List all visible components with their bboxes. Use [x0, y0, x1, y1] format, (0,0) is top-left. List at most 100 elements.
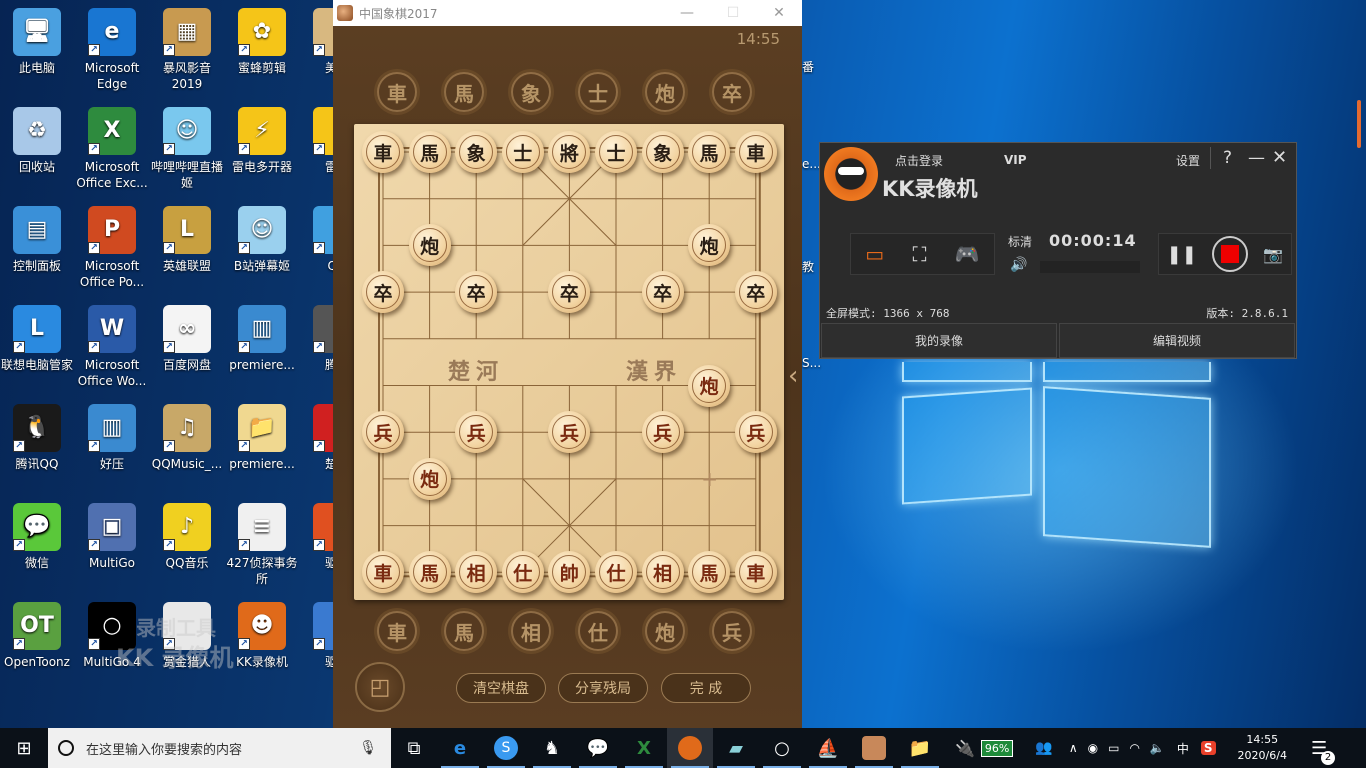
chess-piece-red[interactable]: 車: [362, 551, 404, 594]
chess-piece-black[interactable]: 士: [501, 131, 544, 173]
tray-piece[interactable]: 車: [377, 72, 417, 112]
tray-piece[interactable]: 炮: [645, 72, 685, 112]
chess-piece-black[interactable]: 車: [734, 131, 777, 173]
minimize-button[interactable]: —: [1248, 148, 1265, 168]
pause-icon[interactable]: ❚❚: [1167, 244, 1197, 265]
chess-piece-red[interactable]: 兵: [734, 411, 777, 454]
tray-piece[interactable]: 炮: [645, 611, 685, 651]
chess-piece-black[interactable]: 象: [455, 131, 498, 173]
clear-board-button[interactable]: 清空棋盘: [456, 673, 546, 703]
login-link[interactable]: 点击登录: [895, 152, 943, 169]
tray-piece[interactable]: 車: [377, 611, 417, 651]
my-recordings-button[interactable]: 我的录像: [821, 323, 1057, 358]
desktop-icon[interactable]: ▥ ↗ premiere...: [224, 299, 300, 373]
people-icon[interactable]: 👥: [1035, 740, 1052, 756]
done-button[interactable]: 完 成: [661, 673, 751, 703]
microphone-icon[interactable]: 🎙: [359, 740, 377, 756]
desktop-icon[interactable]: 📁 ↗ premiere...: [224, 398, 300, 472]
chess-piece-black[interactable]: 卒: [641, 271, 684, 314]
chess-piece-red[interactable]: 仕: [595, 551, 637, 594]
settings-button[interactable]: 设置: [1176, 152, 1200, 169]
search-box[interactable]: 在这里输入你要搜索的内容 🎙: [48, 728, 391, 768]
desktop-icon[interactable]: ▥ ↗ 好压: [74, 398, 150, 472]
chess-piece-red[interactable]: 仕: [501, 551, 544, 594]
chess-titlebar[interactable]: 中国象棋2017 — ☐ ✕: [333, 0, 802, 26]
desktop-icon[interactable]: ♪ ↗ QQ音乐: [149, 497, 225, 571]
volume-icon[interactable]: 🔊: [1010, 257, 1027, 273]
taskbar-excel-icon[interactable]: X: [621, 728, 667, 768]
desktop-icon[interactable]: ∞ ↗ 百度网盘: [149, 299, 225, 373]
desktop-icon[interactable]: e ↗ Microsoft Edge: [74, 2, 150, 92]
desktop-icon[interactable]: ☻ ↗ KK录像机: [224, 596, 300, 670]
chess-piece-black[interactable]: 炮: [408, 224, 451, 267]
tray-piece[interactable]: 士: [578, 72, 618, 112]
desktop-icon[interactable]: ▦ ↗ 暴风影音 2019: [149, 2, 225, 92]
quality-selector[interactable]: 标清: [1008, 233, 1032, 250]
taskbar-multigo-icon[interactable]: ○: [759, 728, 805, 768]
desktop-icon[interactable]: 🐧 ↗ 腾讯QQ: [0, 398, 75, 472]
tray-piece[interactable]: 卒: [712, 72, 752, 112]
chess-piece-black[interactable]: 車: [362, 131, 404, 173]
desktop-icon[interactable]: ✿ ↗ 蜜蜂剪辑: [224, 2, 300, 76]
sogou-ime-icon[interactable]: S: [1200, 741, 1216, 755]
chess-piece-black[interactable]: 象: [641, 131, 684, 173]
desktop-icon[interactable]: ☺ ↗ 哔哩哔哩直播姬: [149, 101, 225, 191]
vip-link[interactable]: VIP: [1004, 153, 1027, 167]
chess-piece-black[interactable]: 馬: [688, 131, 731, 173]
chess-piece-red[interactable]: 馬: [408, 551, 451, 594]
chess-piece-red[interactable]: 炮: [408, 457, 451, 500]
taskbar-game-icon[interactable]: ♞: [529, 728, 575, 768]
chess-piece-black[interactable]: 馬: [408, 131, 451, 173]
close-button[interactable]: ✕: [756, 5, 802, 21]
close-button[interactable]: ✕: [1272, 147, 1287, 168]
chess-piece-red[interactable]: 兵: [362, 411, 404, 454]
desktop-icon[interactable]: 💬 ↗ 微信: [0, 497, 75, 571]
desktop-icon[interactable]: L ↗ 英雄联盟: [149, 200, 225, 274]
desktop-icon[interactable]: ☺ ↗ B站弹幕姬: [224, 200, 300, 274]
speaker-icon[interactable]: 🔈: [1150, 741, 1165, 755]
desktop-icon[interactable]: ♫ ↗ QQMusic_...: [149, 398, 225, 472]
game-mode-icon[interactable]: 🎮: [955, 242, 980, 266]
taskbar-kk-recorder-icon[interactable]: [667, 728, 713, 768]
chess-piece-black[interactable]: 卒: [734, 271, 777, 314]
wifi-icon[interactable]: ◠: [1129, 741, 1139, 755]
taskbar-chess-icon[interactable]: [851, 728, 897, 768]
chess-board[interactable]: + 楚河 漢界 車馬象士將士象馬車炮炮卒卒卒卒卒炮兵兵兵兵兵炮車馬相仕帥仕相馬車: [354, 124, 784, 600]
task-view-icon[interactable]: ⧉: [391, 728, 437, 768]
desktop-icon[interactable]: L ↗ 联想电脑管家: [0, 299, 75, 373]
taskbar-clock[interactable]: 14:55 2020/6/4: [1238, 732, 1287, 764]
taskbar-wechat-icon[interactable]: 💬: [575, 728, 621, 768]
region-mode-icon[interactable]: ⛶: [912, 242, 926, 266]
action-center-button[interactable]: ☰ 2: [1311, 738, 1336, 765]
chess-piece-red[interactable]: 兵: [641, 411, 684, 454]
side-panel-arrow-icon[interactable]: ‹: [788, 361, 804, 401]
desktop-icon[interactable]: ≡ ↗ 427侦探事务所: [224, 497, 300, 587]
maximize-button[interactable]: ☐: [710, 5, 756, 21]
desktop-icon[interactable]: ⚡ ↗ 雷电多开器: [224, 101, 300, 175]
desktop-icon[interactable]: ▤ 控制面板: [0, 200, 75, 274]
chess-piece-black[interactable]: 卒: [362, 271, 404, 314]
desktop-icon[interactable]: OT ↗ OpenToonz: [0, 596, 75, 670]
minimize-button[interactable]: —: [664, 5, 710, 21]
desktop-icon[interactable]: ▣ ↗ MultiGo: [74, 497, 150, 571]
taskbar-qqgame-icon[interactable]: ⛵: [805, 728, 851, 768]
tray-piece[interactable]: 相: [511, 611, 551, 651]
stop-record-button[interactable]: [1212, 236, 1249, 272]
tray-piece[interactable]: 馬: [444, 72, 484, 112]
undo-button[interactable]: ◰: [355, 662, 405, 712]
taskbar-sogou-icon[interactable]: S: [483, 728, 529, 768]
tray-piece[interactable]: 仕: [578, 611, 618, 651]
desktop-icon[interactable]: X ↗ Microsoft Office Exc...: [74, 101, 150, 191]
chess-piece-red[interactable]: 炮: [688, 364, 731, 407]
tray-piece[interactable]: 象: [511, 72, 551, 112]
show-hidden-icons-chevron[interactable]: ∧: [1069, 741, 1078, 755]
start-button[interactable]: ⊞: [0, 728, 48, 768]
battery-indicator[interactable]: 96%: [980, 739, 1014, 757]
tray-app-icon[interactable]: ◉: [1088, 741, 1098, 755]
screenshot-camera-icon[interactable]: 📷: [1263, 245, 1283, 264]
fullscreen-mode-icon[interactable]: ▭: [865, 242, 884, 266]
taskbar-notes-icon[interactable]: ▰: [713, 728, 759, 768]
desktop-icon[interactable]: W ↗ Microsoft Office Wo...: [74, 299, 150, 389]
desktop-icon[interactable]: ♻ 回收站: [0, 101, 75, 175]
ime-indicator[interactable]: 中: [1177, 740, 1189, 757]
